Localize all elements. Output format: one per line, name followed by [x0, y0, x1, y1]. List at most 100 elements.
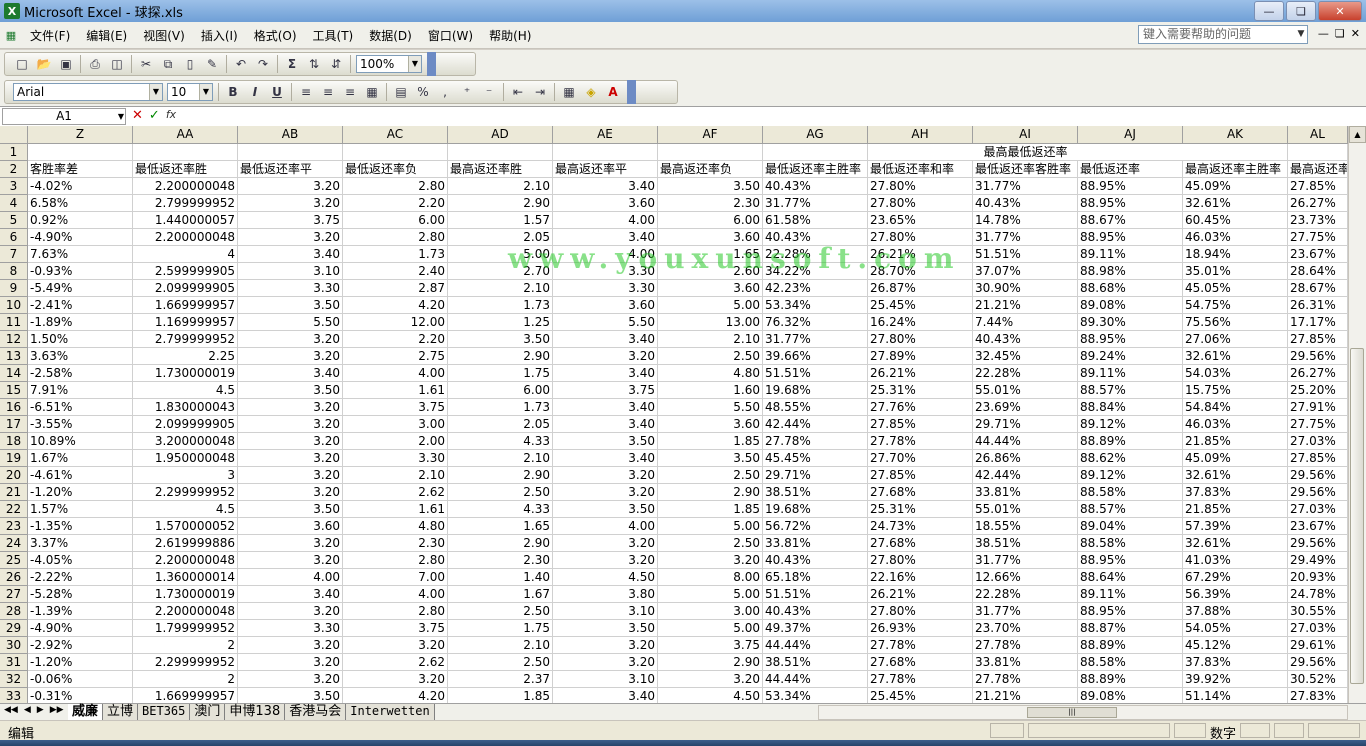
horizontal-scrollbar[interactable]: |||: [818, 705, 1348, 720]
grid-cell[interactable]: 37.83%: [1183, 654, 1288, 671]
header-cell[interactable]: 客胜率差: [28, 161, 133, 178]
grid-cell[interactable]: 3.40: [553, 450, 658, 467]
grid-cell[interactable]: 27.80%: [868, 603, 973, 620]
sheet-tab[interactable]: Interwetten: [346, 704, 435, 720]
grid-cell[interactable]: 27.03%: [1288, 501, 1348, 518]
grid-cell[interactable]: 49.37%: [763, 620, 868, 637]
first-sheet-icon[interactable]: ◀◀: [4, 705, 18, 715]
grid-cell[interactable]: 31.77%: [973, 552, 1078, 569]
grid-cell[interactable]: 88.58%: [1078, 535, 1183, 552]
grid-cell[interactable]: 2.00: [343, 433, 448, 450]
grid-cell[interactable]: 3.50: [238, 382, 343, 399]
format-painter-icon[interactable]: ✎: [203, 55, 221, 73]
sheet-tab[interactable]: 澳门: [190, 704, 226, 720]
grid-cell[interactable]: 1.67: [448, 586, 553, 603]
minimize-button[interactable]: —: [1254, 1, 1284, 21]
grid-cell[interactable]: 24.78%: [1288, 586, 1348, 603]
row-header[interactable]: 31: [0, 654, 28, 671]
grid-cell[interactable]: 2: [133, 637, 238, 654]
grid-cell[interactable]: 4.5: [133, 501, 238, 518]
grid-cell[interactable]: 40.43%: [763, 229, 868, 246]
grid-cell[interactable]: 89.11%: [1078, 586, 1183, 603]
grid-cell[interactable]: 88.95%: [1078, 195, 1183, 212]
grid-cell[interactable]: 19.68%: [763, 382, 868, 399]
header-cell[interactable]: 最高返还率: [1288, 161, 1348, 178]
row-header[interactable]: 5: [0, 212, 28, 229]
grid-cell[interactable]: 27.78%: [763, 433, 868, 450]
grid-cell[interactable]: 39.66%: [763, 348, 868, 365]
grid-cell[interactable]: 4.00: [343, 365, 448, 382]
grid-cell[interactable]: 2.619999886: [133, 535, 238, 552]
grid-cell[interactable]: 1.360000014: [133, 569, 238, 586]
grid-cell[interactable]: 76.32%: [763, 314, 868, 331]
spreadsheet-grid[interactable]: Z AA AB AC AD AE AF AG AH AI AJ AK AL 1 2 3 4 5 6 7 8 9 10 11 12…: [0, 126, 1349, 703]
enter-icon[interactable]: ✓: [149, 108, 160, 123]
column-header[interactable]: AG: [763, 126, 868, 144]
grid-cell[interactable]: 6.58%: [28, 195, 133, 212]
grid-cell[interactable]: 4.50: [553, 569, 658, 586]
grid-cell[interactable]: 27.85%: [1288, 331, 1348, 348]
column-header[interactable]: AI: [973, 126, 1078, 144]
header-cell[interactable]: 最低返还率: [1078, 161, 1183, 178]
grid-cell[interactable]: 65.18%: [763, 569, 868, 586]
grid-cell[interactable]: 2.10: [448, 178, 553, 195]
grid-cell[interactable]: 2.10: [448, 637, 553, 654]
grid-cell[interactable]: 27.68%: [868, 484, 973, 501]
grid-cell[interactable]: [763, 144, 868, 161]
grid-cell[interactable]: 2.05: [448, 416, 553, 433]
grid-cell[interactable]: 27.78%: [973, 637, 1078, 654]
row-header[interactable]: 25: [0, 552, 28, 569]
grid-cell[interactable]: 88.89%: [1078, 637, 1183, 654]
grid-cell[interactable]: 3.60: [238, 518, 343, 535]
grid-cell[interactable]: 2.87: [343, 280, 448, 297]
grid-cell[interactable]: 29.56%: [1288, 535, 1348, 552]
grid-cell[interactable]: 0.92%: [28, 212, 133, 229]
grid-cell[interactable]: 53.34%: [763, 688, 868, 703]
grid-cell[interactable]: 1.73: [448, 297, 553, 314]
sort-ascending-icon[interactable]: ⇅: [305, 55, 323, 73]
grid-cell[interactable]: 2.90: [448, 535, 553, 552]
grid-cell[interactable]: 26.27%: [1288, 365, 1348, 382]
grid-cell[interactable]: 25.31%: [868, 382, 973, 399]
grid-cell[interactable]: 3.40: [553, 399, 658, 416]
grid-cell[interactable]: 40.43%: [973, 195, 1078, 212]
grid-cell[interactable]: 2.90: [658, 484, 763, 501]
row-header[interactable]: 6: [0, 229, 28, 246]
grid-cell[interactable]: 3: [133, 467, 238, 484]
row-header[interactable]: 26: [0, 569, 28, 586]
grid-cell[interactable]: 27.76%: [868, 399, 973, 416]
grid-cell[interactable]: 26.86%: [973, 450, 1078, 467]
grid-cell[interactable]: 44.44%: [973, 433, 1078, 450]
grid-cell[interactable]: [658, 144, 763, 161]
grid-cell[interactable]: -5.49%: [28, 280, 133, 297]
grid-cell[interactable]: 26.31%: [1288, 297, 1348, 314]
grid-cell[interactable]: 2.62: [343, 654, 448, 671]
maximize-button[interactable]: ❏: [1286, 1, 1316, 21]
grid-cell[interactable]: 27.75%: [1288, 416, 1348, 433]
grid-cell[interactable]: 3.63%: [28, 348, 133, 365]
grid-cell[interactable]: 3.20: [238, 552, 343, 569]
grid-cell[interactable]: 88.89%: [1078, 433, 1183, 450]
grid-cell[interactable]: 40.43%: [763, 603, 868, 620]
grid-cell[interactable]: 1.669999957: [133, 297, 238, 314]
grid-cell[interactable]: 55.01%: [973, 501, 1078, 518]
grid-cell[interactable]: 1.85: [658, 501, 763, 518]
grid-cell[interactable]: 3.20: [658, 552, 763, 569]
row-header[interactable]: 24: [0, 535, 28, 552]
decrease-decimal-icon[interactable]: ⁻: [480, 83, 498, 101]
grid-cell[interactable]: 51.51%: [763, 365, 868, 382]
sort-descending-icon[interactable]: ⇵: [327, 55, 345, 73]
grid-cell[interactable]: 31.77%: [973, 229, 1078, 246]
grid-cell[interactable]: [448, 144, 553, 161]
grid-cell[interactable]: 27.85%: [868, 467, 973, 484]
grid-cell[interactable]: 2.200000048: [133, 603, 238, 620]
menu-item[interactable]: 插入(I): [193, 27, 246, 44]
grid-cell[interactable]: 1.799999952: [133, 620, 238, 637]
grid-cell[interactable]: -4.90%: [28, 229, 133, 246]
column-header[interactable]: AF: [658, 126, 763, 144]
grid-cell[interactable]: -0.31%: [28, 688, 133, 703]
menu-item[interactable]: 数据(D): [361, 27, 420, 44]
grid-cell[interactable]: -4.05%: [28, 552, 133, 569]
row-header[interactable]: 8: [0, 263, 28, 280]
grid-cell[interactable]: 38.51%: [763, 654, 868, 671]
